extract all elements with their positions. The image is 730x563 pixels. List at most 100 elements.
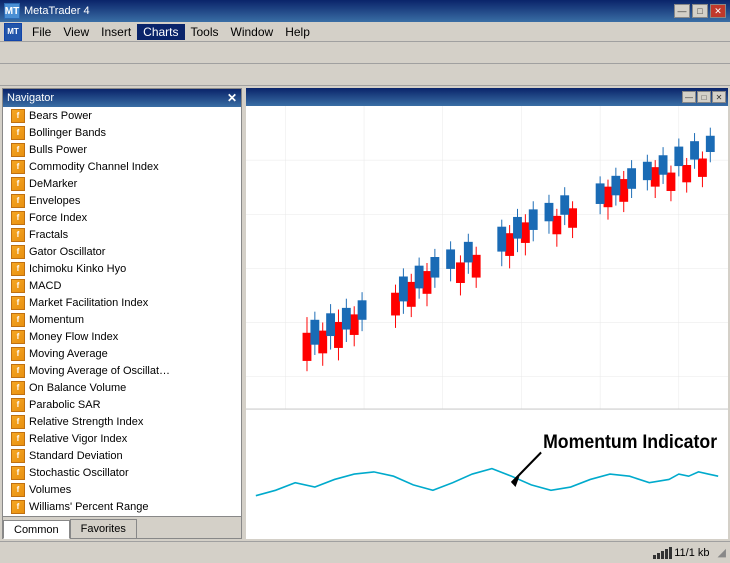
indicator-label-rsi: Relative Strength Index [29, 416, 143, 428]
navigator-item-stochastic[interactable]: f Stochastic Oscillator [3, 464, 241, 481]
navigator-item-wpr[interactable]: f Williams' Percent Range [3, 498, 241, 515]
indicator-label-demarker: DeMarker [29, 178, 77, 190]
indicator-label-bollinger-bands: Bollinger Bands [29, 127, 106, 139]
svg-text:Momentum Indicator: Momentum Indicator [543, 430, 717, 452]
menu-tools[interactable]: Tools [185, 24, 225, 40]
indicator-icon-demarker: f [11, 177, 25, 191]
indicator-label-cci: Commodity Channel Index [29, 161, 159, 173]
toolbar-row [0, 42, 730, 64]
indicator-label-envelopes: Envelopes [29, 195, 80, 207]
chart-svg: Momentum Indicator [246, 106, 728, 539]
indicator-label-money-flow: Money Flow Index [29, 331, 118, 343]
indicator-icon-volumes: f [11, 483, 25, 497]
indicator-icon-ma: f [11, 347, 25, 361]
navigator-item-momentum[interactable]: f Momentum [3, 311, 241, 328]
menu-help[interactable]: Help [279, 24, 316, 40]
window-title: MetaTrader 4 [24, 5, 90, 17]
navigator-item-parabolic[interactable]: fParabolic SAR [3, 396, 241, 413]
menu-app-icon: MT [4, 23, 22, 41]
navigator-item-mfi-bw[interactable]: f Market Facilitation Index [3, 294, 241, 311]
indicator-icon-envelopes: f [11, 194, 25, 208]
indicator-label-mfi-bw: Market Facilitation Index [29, 297, 148, 309]
navigator-item-money-flow[interactable]: fMoney Flow Index [3, 328, 241, 345]
indicator-label-osma: Moving Average of Oscillat… [29, 365, 170, 377]
chart-area: — □ ✕ [246, 88, 728, 539]
indicator-label-obv: On Balance Volume [29, 382, 126, 394]
indicator-label-rvi: Relative Vigor Index [29, 433, 127, 445]
navigator-item-ichimoku[interactable]: f Ichimoku Kinko Hyo [3, 260, 241, 277]
indicator-icon-stochastic: f [11, 466, 25, 480]
indicator-icon-bollinger-bands: f [11, 126, 25, 140]
indicator-icon-obv: f [11, 381, 25, 395]
navigator-item-obv[interactable]: f On Balance Volume [3, 379, 241, 396]
chart-minimize-button[interactable]: — [682, 91, 696, 103]
navigator-item-bulls-power[interactable]: f Bulls Power [3, 141, 241, 158]
minimize-button[interactable]: — [674, 4, 690, 18]
chart-title-bar: — □ ✕ [246, 88, 728, 106]
indicator-icon-rsi: f [11, 415, 25, 429]
navigator-item-macd[interactable]: fMACD [3, 277, 241, 294]
navigator-item-volumes[interactable]: f Volumes [3, 481, 241, 498]
navigator-title: Navigator [7, 92, 54, 104]
indicator-icon-rvi: f [11, 432, 25, 446]
indicator-icon-fractals: f [11, 228, 25, 242]
menu-bar: MT File View Insert Charts Tools Window … [0, 22, 730, 42]
navigator-item-gator[interactable]: f Gator Oscillator [3, 243, 241, 260]
menu-view[interactable]: View [57, 24, 95, 40]
indicator-label-force-index: Force Index [29, 212, 87, 224]
navigator-item-rvi[interactable]: f Relative Vigor Index [3, 430, 241, 447]
navigator-item-demarker[interactable]: f DeMarker [3, 175, 241, 192]
menu-window[interactable]: Window [225, 24, 280, 40]
indicator-icon-bulls-power: f [11, 143, 25, 157]
menu-file[interactable]: File [26, 24, 57, 40]
indicator-icon-mfi-bw: f [11, 296, 25, 310]
menu-insert[interactable]: Insert [95, 24, 137, 40]
indicator-icon-osma: f [11, 364, 25, 378]
chart-close-button[interactable]: ✕ [712, 91, 726, 103]
title-bar-controls: — □ ✕ [674, 4, 726, 18]
nav-tab-common[interactable]: Common [3, 520, 70, 539]
navigator-item-rsi[interactable]: f Relative Strength Index [3, 413, 241, 430]
navigator-item-osma[interactable]: f Moving Average of Oscillat… [3, 362, 241, 379]
navigator-item-ma[interactable]: f Moving Average [3, 345, 241, 362]
indicator-label-stochastic: Stochastic Oscillator [29, 467, 129, 479]
indicator-label-momentum: Momentum [29, 314, 84, 326]
indicator-label-parabolic: Parabolic SAR [29, 399, 101, 411]
indicator-icon-momentum: f [11, 313, 25, 327]
indicator-label-ichimoku: Ichimoku Kinko Hyo [29, 263, 126, 275]
navigator-item-envelopes[interactable]: f Envelopes [3, 192, 241, 209]
chart-maximize-button[interactable]: □ [697, 91, 711, 103]
chart-canvas: Momentum Indicator [246, 106, 728, 539]
indicator-icon-gator: f [11, 245, 25, 259]
main-area: Navigator ✕ fBears Power f Bollinger Bands… [0, 86, 730, 541]
navigator-item-stddev[interactable]: f Standard Deviation [3, 447, 241, 464]
navigator-list[interactable]: fBears Power f Bollinger Bands f Bulls Power… [3, 107, 241, 516]
navigator-item-force-index[interactable]: fForce Index [3, 209, 241, 226]
status-info: 11/1 kb [674, 547, 709, 559]
menu-charts[interactable]: Charts [137, 24, 184, 40]
indicator-label-bulls-power: Bulls Power [29, 144, 87, 156]
navigator-item-fractals[interactable]: fFractals [3, 226, 241, 243]
maximize-button[interactable]: □ [692, 4, 708, 18]
signal-bars-icon [653, 547, 672, 559]
app-icon: MT [4, 3, 20, 19]
indicator-label-ma: Moving Average [29, 348, 108, 360]
status-bars-indicator: 11/1 kb [653, 547, 709, 559]
resize-grip: ◢ [718, 546, 726, 559]
indicator-label-gator: Gator Oscillator [29, 246, 105, 258]
navigator-item-cci[interactable]: fCommodity Channel Index [3, 158, 241, 175]
indicator-label-volumes: Volumes [29, 484, 71, 496]
navigator-item-bollinger-bands[interactable]: f Bollinger Bands [3, 124, 241, 141]
navigator-close-button[interactable]: ✕ [227, 91, 237, 105]
title-bar-left: MT MetaTrader 4 [4, 3, 90, 19]
navigator-panel: Navigator ✕ fBears Power f Bollinger Bands… [2, 88, 242, 539]
nav-tab-favorites[interactable]: Favorites [70, 519, 137, 538]
indicator-icon-macd: f [11, 279, 25, 293]
navigator-item-bears-power[interactable]: fBears Power [3, 107, 241, 124]
indicator-icon-wpr: f [11, 500, 25, 514]
close-button[interactable]: ✕ [710, 4, 726, 18]
indicator-icon-stddev: f [11, 449, 25, 463]
indicator-label-wpr: Williams' Percent Range [29, 501, 148, 513]
indicator-label-stddev: Standard Deviation [29, 450, 123, 462]
indicator-icon-ichimoku: f [11, 262, 25, 276]
